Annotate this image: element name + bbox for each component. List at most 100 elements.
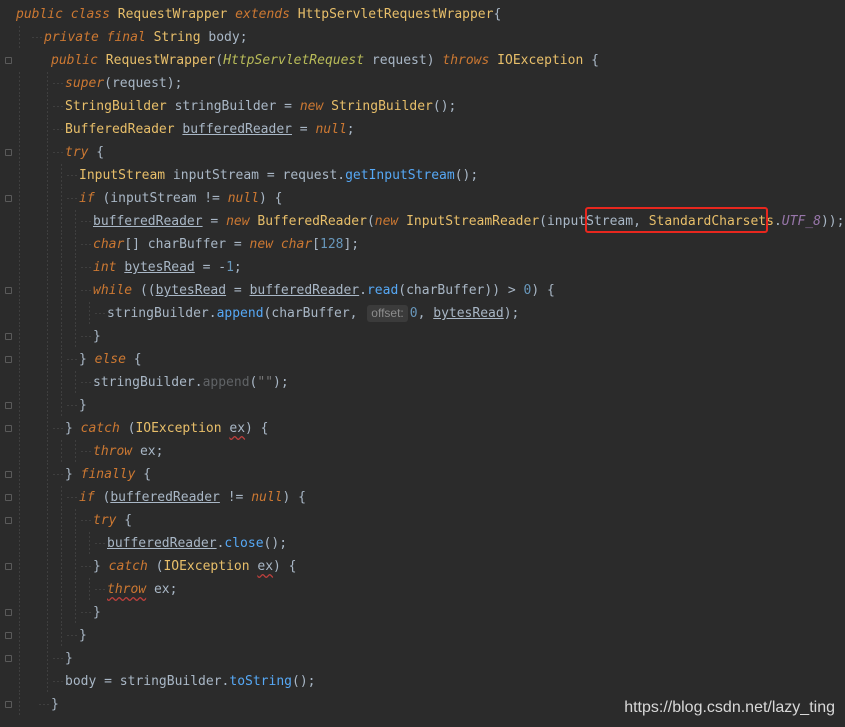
code-line[interactable]: int bytesRead = -1; [0, 256, 845, 279]
code-line[interactable]: bufferedReader.close(); [0, 532, 845, 555]
fold-toggle-icon[interactable] [5, 609, 12, 616]
indent-guide-h [95, 543, 105, 544]
fold-toggle-icon[interactable] [5, 517, 12, 524]
code-text: throw ex; [93, 444, 164, 459]
code-text: } catch (IOException ex) { [65, 421, 269, 436]
code-text: int bytesRead = -1; [93, 260, 242, 275]
indent-guide [19, 486, 20, 509]
code-line[interactable]: throw ex; [0, 440, 845, 463]
indent-guide [19, 348, 20, 371]
fold-toggle-icon[interactable] [5, 494, 12, 501]
indent-guide [61, 302, 62, 325]
code-line[interactable]: } catch (IOException ex) { [0, 417, 845, 440]
fold-toggle-icon[interactable] [5, 425, 12, 432]
code-text: if (bufferedReader != null) { [79, 490, 306, 505]
code-line[interactable]: public RequestWrapper(HttpServletRequest… [0, 49, 845, 72]
indent-guide [75, 325, 76, 348]
indent-guide [47, 325, 48, 348]
indent-guide [47, 578, 48, 601]
code-line[interactable]: body = stringBuilder.toString(); [0, 670, 845, 693]
code-line[interactable]: } catch (IOException ex) { [0, 555, 845, 578]
code-line[interactable]: super(request); [0, 72, 845, 95]
indent-guide-h [53, 106, 63, 107]
indent-guide [19, 601, 20, 624]
indent-guide [19, 532, 20, 555]
indent-guide-h [81, 244, 91, 245]
code-line[interactable]: private final String body; [0, 26, 845, 49]
indent-guide [19, 394, 20, 417]
param-hint: offset: [367, 305, 408, 322]
indent-guide [61, 371, 62, 394]
indent-guide-h [67, 497, 77, 498]
code-line[interactable]: } [0, 325, 845, 348]
indent-guide-h [53, 658, 63, 659]
fold-toggle-icon[interactable] [5, 149, 12, 156]
indent-guide [19, 624, 20, 647]
fold-toggle-icon[interactable] [5, 57, 12, 64]
indent-guide-h [53, 681, 63, 682]
indent-guide [75, 601, 76, 624]
fold-toggle-icon[interactable] [5, 471, 12, 478]
indent-guide [19, 371, 20, 394]
code-line[interactable]: char[] charBuffer = new char[128]; [0, 233, 845, 256]
code-text: } [51, 697, 59, 712]
indent-guide [61, 187, 62, 210]
code-text: } else { [79, 352, 142, 367]
indent-guide [47, 187, 48, 210]
indent-guide [89, 578, 90, 601]
indent-guide [61, 555, 62, 578]
indent-guide [61, 348, 62, 371]
code-line[interactable]: } [0, 624, 845, 647]
indent-guide [61, 279, 62, 302]
code-line[interactable]: BufferedReader bufferedReader = null; [0, 118, 845, 141]
indent-guide-h [67, 175, 77, 176]
code-text: } [93, 329, 101, 344]
fold-toggle-icon[interactable] [5, 287, 12, 294]
indent-guide [61, 233, 62, 256]
indent-guide-h [81, 520, 91, 521]
indent-guide [19, 187, 20, 210]
code-line[interactable]: InputStream inputStream = request.getInp… [0, 164, 845, 187]
code-line[interactable]: stringBuilder.append(""); [0, 371, 845, 394]
indent-guide [47, 72, 48, 95]
indent-guide-h [53, 152, 63, 153]
code-line[interactable]: } [0, 394, 845, 417]
code-text: } [93, 605, 101, 620]
code-text: StringBuilder stringBuilder = new String… [65, 99, 457, 114]
code-line[interactable]: stringBuilder.append(charBuffer, offset:… [0, 302, 845, 325]
code-line[interactable]: } [0, 601, 845, 624]
fold-toggle-icon[interactable] [5, 402, 12, 409]
indent-guide [19, 141, 20, 164]
fold-toggle-icon[interactable] [5, 195, 12, 202]
indent-guide [75, 210, 76, 233]
code-line[interactable]: } [0, 647, 845, 670]
indent-guide [75, 440, 76, 463]
indent-guide [47, 141, 48, 164]
code-line[interactable]: public class RequestWrapper extends Http… [0, 3, 845, 26]
indent-guide [47, 164, 48, 187]
code-line[interactable]: StringBuilder stringBuilder = new String… [0, 95, 845, 118]
fold-toggle-icon[interactable] [5, 701, 12, 708]
code-line[interactable]: } else { [0, 348, 845, 371]
code-text: BufferedReader bufferedReader = null; [65, 122, 355, 137]
code-editor[interactable]: public class RequestWrapper extends Http… [0, 0, 845, 727]
indent-guide [61, 578, 62, 601]
fold-toggle-icon[interactable] [5, 333, 12, 340]
code-line[interactable]: if (bufferedReader != null) { [0, 486, 845, 509]
code-line[interactable]: try { [0, 509, 845, 532]
code-line[interactable]: } finally { [0, 463, 845, 486]
code-text: InputStream inputStream = request.getInp… [79, 168, 479, 183]
indent-guide [47, 417, 48, 440]
code-line[interactable]: while ((bytesRead = bufferedReader.read(… [0, 279, 845, 302]
code-line[interactable]: throw ex; [0, 578, 845, 601]
fold-toggle-icon[interactable] [5, 655, 12, 662]
indent-guide [47, 210, 48, 233]
code-line[interactable]: try { [0, 141, 845, 164]
fold-toggle-icon[interactable] [5, 356, 12, 363]
fold-toggle-icon[interactable] [5, 563, 12, 570]
indent-guide [47, 440, 48, 463]
fold-toggle-icon[interactable] [5, 632, 12, 639]
indent-guide [47, 486, 48, 509]
indent-guide [47, 302, 48, 325]
code-text: } finally { [65, 467, 152, 482]
